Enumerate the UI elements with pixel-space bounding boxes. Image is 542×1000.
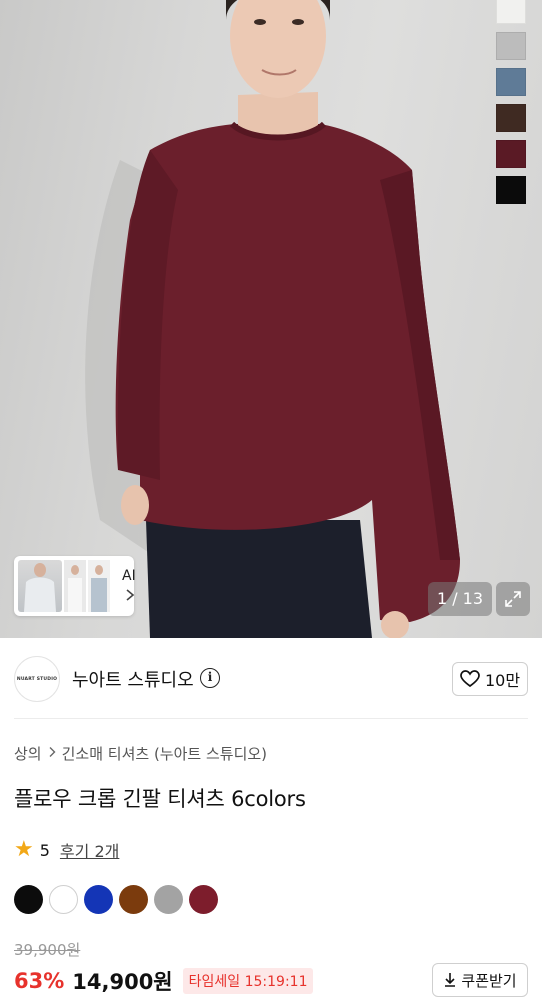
star-icon: ★ [14,837,34,862]
discount-rate: 63% [14,969,65,993]
heart-icon [460,670,480,688]
divider [14,718,528,719]
color-swatch-column [496,0,526,212]
review-link[interactable]: 후기 2개 [60,838,119,862]
like-count: 10만 [484,671,521,690]
info-icon[interactable]: i [200,668,220,688]
breadcrumb: 상의 긴소매 티셔츠 (누아트 스튜디오) [14,743,267,764]
swatch-0[interactable] [496,0,526,24]
product-title: 플로우 크롭 긴팔 티셔츠 6colors [14,787,306,811]
swatch-5[interactable] [496,176,526,204]
color-option[interactable] [119,885,148,914]
thumbnail-image [88,560,110,612]
rating: ★ 5 후기 2개 [14,838,119,862]
ai-thumbnail-button[interactable]: AI [14,556,136,616]
product-photo [85,0,460,638]
swatch-4[interactable] [496,140,526,168]
like-button[interactable]: 10만 [452,662,528,696]
download-icon [445,973,456,987]
thumbnail-image [18,560,62,612]
color-option[interactable] [154,885,183,914]
chevron-right-icon [48,746,56,762]
expand-icon [505,591,521,607]
coupon-label: 쿠폰받기 [461,971,517,990]
ai-label: AI [122,568,136,584]
breadcrumb-item[interactable]: 긴소매 티셔츠 (누아트 스튜디오) [62,743,267,764]
color-option[interactable] [84,885,113,914]
color-option[interactable] [14,885,43,914]
sale-price: 14,900원 [72,970,173,994]
color-options [14,885,218,914]
original-price: 39,900원 [14,941,81,959]
color-option[interactable] [189,885,218,914]
brand-name[interactable]: 누아트 스튜디오 [72,666,194,692]
swatch-2[interactable] [496,68,526,96]
breadcrumb-item[interactable]: 상의 [14,743,42,764]
image-counter: 1 / 13 [428,582,492,616]
rating-value: 5 [39,840,50,860]
brand-row: NUART STUDIO 누아트 스튜디오 i 10만 [0,652,542,708]
expand-button[interactable] [496,582,530,616]
product-image-gallery[interactable]: AI 1 / 13 [0,0,542,638]
swatch-1[interactable] [496,32,526,60]
timesale-badge: 타임세일 15:19:11 [182,968,314,994]
thumbnail-image [64,560,86,612]
color-option[interactable] [49,885,78,914]
coupon-button[interactable]: 쿠폰받기 [432,963,528,997]
brand-logo[interactable]: NUART STUDIO [14,656,60,702]
price-row: 63% 14,900원 타임세일 15:19:11 [14,966,314,996]
swatch-3[interactable] [496,104,526,132]
chevron-right-icon [125,588,135,606]
